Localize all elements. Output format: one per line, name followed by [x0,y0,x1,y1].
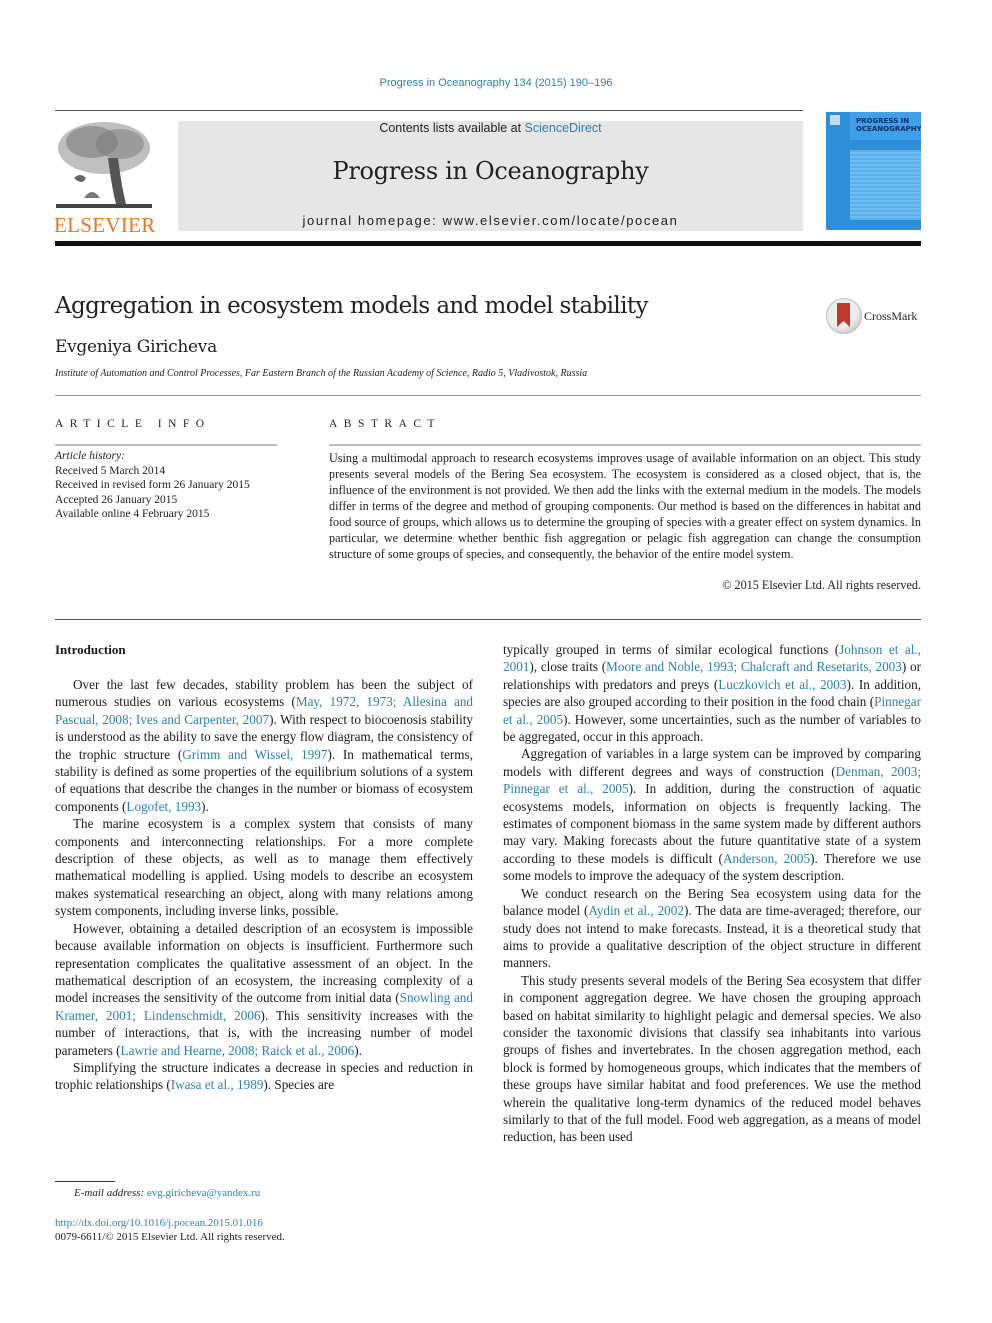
history-received: Received 5 March 2014 [55,464,166,477]
doi-link[interactable]: http://dx.doi.org/10.1016/j.pocean.2015.… [55,1217,263,1229]
article-history: Article history: Received 5 March 2014 R… [55,449,250,522]
paragraph-text: ), close traits ( [529,659,607,675]
citation-link[interactable]: Moore and Noble, 1993; Chalcraft and Res… [606,659,902,674]
crossmark-button[interactable]: CrossMark [826,298,926,334]
email-link[interactable]: evg.giricheva@yandex.ru [147,1187,260,1199]
author-email-footnote: E-mail address: evg.giricheva@yandex.ru [74,1187,260,1199]
contents-prefix: Contents lists available at [379,121,525,135]
history-accepted: Accepted 26 January 2015 [55,493,178,506]
sciencedirect-link[interactable]: ScienceDirect [525,121,602,135]
cover-title-line2: OCEANOGRAPHY [856,125,921,133]
crossmark-label: CrossMark [864,309,918,323]
abstract-divider [329,444,921,446]
paragraph: typically grouped in terms of similar ec… [503,641,921,745]
citation-link[interactable]: Luczkovich et al., 2003 [718,677,846,692]
body-column-left: Over the last few decades, stability pro… [55,676,473,1094]
history-revised: Received in revised form 26 January 2015 [55,479,250,492]
journal-masthead: Contents lists available at ScienceDirec… [178,121,803,231]
paragraph: The marine ecosystem is a complex system… [55,816,473,919]
paragraph-text: ). However, some uncertainties, such as … [503,711,921,745]
paragraph-text: typically grouped in terms of similar ec… [503,642,840,657]
history-online: Available online 4 February 2015 [55,508,210,521]
paragraph: Over the last few decades, stability pro… [55,676,473,815]
header-divider [55,110,803,111]
citation-link[interactable]: Iwasa et al., 1989 [171,1077,264,1092]
body-column-right: typically grouped in terms of similar ec… [503,641,921,1146]
affiliation-divider [55,395,921,396]
paragraph: Aggregation of variables in a large syst… [503,745,921,884]
cover-title-line1: PROGRESS IN [856,117,910,125]
issn-copyright: 0079-6611/© 2015 Elsevier Ltd. All right… [55,1231,285,1243]
citation-link[interactable]: Lawrie and Hearne, 2008; Raick et al., 2… [121,1043,355,1058]
abstract-text: Using a multimodal approach to research … [329,451,921,561]
cover-wave-image [850,150,921,220]
footnote-divider [55,1181,115,1182]
section-heading-introduction: Introduction [55,642,126,657]
elsevier-logo[interactable]: ELSEVIER [54,118,156,237]
citation-link[interactable]: Aydin et al., 2002 [588,903,684,918]
article-info-heading: ARTICLE INFO [55,418,211,430]
paragraph-text: ). Species are [263,1077,335,1093]
cover-publisher-stamp [830,115,840,125]
cover-title: PROGRESS IN OCEANOGRAPHY [856,117,921,133]
citation-link[interactable]: Grimm and Wissel, 1997 [182,747,327,762]
paragraph: Simplifying the structure indicates a de… [55,1059,473,1094]
article-title: Aggregation in ecosystem models and mode… [55,293,649,319]
journal-homepage[interactable]: journal homepage: www.elsevier.com/locat… [178,213,803,228]
journal-reference[interactable]: Progress in Oceanography 134 (2015) 190–… [0,77,992,89]
paragraph-text: ). [201,798,209,814]
elsevier-wordmark: ELSEVIER [54,213,156,237]
journal-cover-thumbnail[interactable]: PROGRESS IN OCEANOGRAPHY [826,112,921,230]
author-affiliation: Institute of Automation and Control Proc… [55,368,588,379]
citation-link[interactable]: Anderson, 2005 [723,851,810,866]
article-info-divider [55,444,277,446]
paragraph: We conduct research on the Bering Sea ec… [503,885,921,972]
abstract-copyright: © 2015 Elsevier Ltd. All rights reserved… [722,578,921,592]
citation-link[interactable]: Logofet, 1993 [126,799,201,814]
elsevier-tree-icon [54,118,154,210]
abstract-end-divider [55,619,921,620]
contents-line: Contents lists available at ScienceDirec… [178,121,803,135]
paragraph: This study presents several models of th… [503,972,921,1145]
author-name: Evgeniya Giricheva [55,337,217,357]
paragraph: However, obtaining a detailed descriptio… [55,920,473,1059]
paragraph-text: ). [354,1042,362,1058]
journal-name: Progress in Oceanography [332,157,649,185]
email-label: E-mail address: [74,1187,147,1199]
abstract-heading: ABSTRACT [329,418,442,430]
masthead-thick-divider [55,241,921,246]
article-history-title: Article history: [55,450,125,462]
